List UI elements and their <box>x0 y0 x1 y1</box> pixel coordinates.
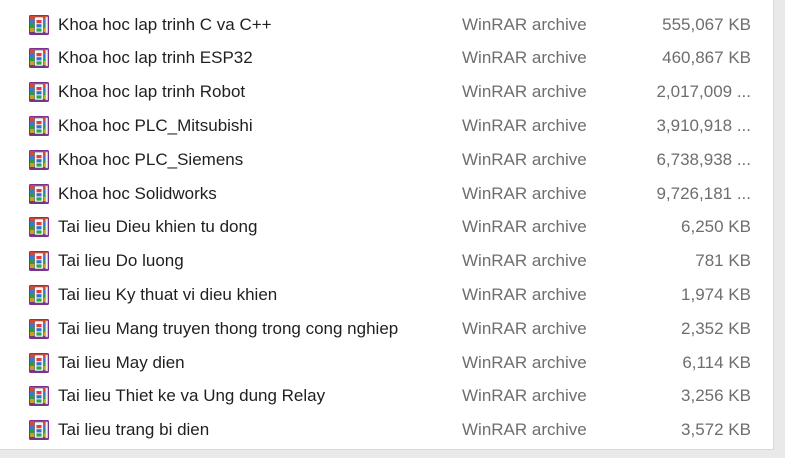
file-row[interactable]: Khoa hoc Solidworks WinRAR archive 9,726… <box>22 177 767 210</box>
file-type: WinRAR archive <box>462 48 587 68</box>
file-name-cell: Tai lieu Mang truyen thong trong cong ng… <box>22 312 452 345</box>
file-size: 3,910,918 ... <box>656 115 751 135</box>
file-size: 1,974 KB <box>681 284 751 304</box>
file-type: WinRAR archive <box>462 115 587 135</box>
file-size: 3,572 KB <box>681 420 751 440</box>
file-type: WinRAR archive <box>462 284 587 304</box>
file-size: 460,867 KB <box>662 48 751 68</box>
file-list: Khoa hoc lap trinh C va C++ WinRAR archi… <box>0 0 774 450</box>
file-name-cell: Tai lieu Dieu khien tu dong <box>22 211 452 244</box>
file-row[interactable]: Khoa hoc lap trinh ESP32 WinRAR archive … <box>22 42 767 75</box>
file-name: Khoa hoc lap trinh ESP32 <box>58 48 253 68</box>
file-name: Khoa hoc PLC_Mitsubishi <box>58 115 253 135</box>
winrar-archive-icon <box>28 47 50 69</box>
winrar-archive-icon <box>28 284 50 306</box>
file-row[interactable]: Khoa hoc lap trinh C va C++ WinRAR archi… <box>22 8 767 41</box>
file-name: Tai lieu trang bi dien <box>58 420 210 440</box>
file-size: 2,352 KB <box>681 318 751 338</box>
file-type: WinRAR archive <box>462 318 587 338</box>
file-name: Tai lieu Thiet ke va Ung dung Relay <box>58 386 326 406</box>
file-name: Khoa hoc PLC_Siemens <box>58 149 244 169</box>
winrar-archive-icon <box>28 115 50 137</box>
winrar-archive-icon <box>28 183 50 205</box>
winrar-archive-icon <box>28 81 50 103</box>
file-size: 781 KB <box>695 251 751 271</box>
file-row[interactable]: Tai lieu Mang truyen thong trong cong ng… <box>22 312 767 345</box>
file-size: 6,250 KB <box>681 217 751 237</box>
file-name: Tai lieu Do luong <box>58 251 184 271</box>
file-name-cell: Tai lieu Do luong <box>22 245 452 278</box>
file-row[interactable]: Tai lieu Ky thuat vi dieu khien WinRAR a… <box>22 278 767 311</box>
file-name-cell: Khoa hoc lap trinh Robot <box>22 76 452 109</box>
file-name-cell: Tai lieu Thiet ke va Ung dung Relay <box>22 380 452 413</box>
file-name: Tai lieu Ky thuat vi dieu khien <box>58 284 278 304</box>
file-name: Tai lieu Mang truyen thong trong cong ng… <box>58 318 399 338</box>
file-row[interactable]: Khoa hoc PLC_Siemens WinRAR archive 6,73… <box>22 143 767 176</box>
file-type: WinRAR archive <box>462 352 587 372</box>
winrar-archive-icon <box>28 318 50 340</box>
file-name-cell: Khoa hoc Solidworks <box>22 177 452 210</box>
file-type: WinRAR archive <box>462 420 587 440</box>
file-name: Tai lieu Dieu khien tu dong <box>58 217 258 237</box>
winrar-archive-icon <box>28 250 50 272</box>
file-row[interactable]: Tai lieu trang bi dien WinRAR archive 3,… <box>22 414 767 447</box>
file-name-cell: Khoa hoc PLC_Siemens <box>22 143 452 176</box>
file-name-cell: Tai lieu trang bi dien <box>22 414 452 447</box>
file-size: 3,256 KB <box>681 386 751 406</box>
file-name: Khoa hoc lap trinh C va C++ <box>58 14 272 34</box>
file-type: WinRAR archive <box>462 149 587 169</box>
file-row[interactable]: Khoa hoc PLC_Mitsubishi WinRAR archive 3… <box>22 109 767 142</box>
file-name-cell: Khoa hoc lap trinh C va C++ <box>22 8 452 41</box>
file-size: 2,017,009 ... <box>656 82 751 102</box>
file-type: WinRAR archive <box>462 217 587 237</box>
file-name-cell: Khoa hoc lap trinh ESP32 <box>22 42 452 75</box>
file-size: 9,726,181 ... <box>656 183 751 203</box>
file-type: WinRAR archive <box>462 183 587 203</box>
file-size: 6,738,938 ... <box>656 149 751 169</box>
file-row[interactable]: Tai lieu Do luong WinRAR archive 781 KB <box>22 245 767 278</box>
file-row[interactable]: Tai lieu Thiet ke va Ung dung Relay WinR… <box>22 380 767 413</box>
file-name-cell: Khoa hoc PLC_Mitsubishi <box>22 109 452 142</box>
file-type: WinRAR archive <box>462 386 587 406</box>
file-name: Khoa hoc lap trinh Robot <box>58 82 246 102</box>
file-name-cell: Tai lieu May dien <box>22 346 452 379</box>
file-row[interactable]: Tai lieu Dieu khien tu dong WinRAR archi… <box>22 211 767 244</box>
file-size: 6,114 KB <box>682 352 751 372</box>
file-type: WinRAR archive <box>462 14 587 34</box>
file-name-cell: Tai lieu Ky thuat vi dieu khien <box>22 278 452 311</box>
file-row[interactable]: Khoa hoc lap trinh Robot WinRAR archive … <box>22 76 767 109</box>
winrar-archive-icon <box>28 14 50 36</box>
file-size: 555,067 KB <box>662 14 751 34</box>
winrar-archive-icon <box>28 385 50 407</box>
winrar-archive-icon <box>28 149 50 171</box>
file-name: Khoa hoc Solidworks <box>58 183 217 203</box>
file-row[interactable]: Tai lieu May dien WinRAR archive 6,114 K… <box>22 346 767 379</box>
file-name: Tai lieu May dien <box>58 352 185 372</box>
winrar-archive-icon <box>28 352 50 374</box>
winrar-archive-icon <box>28 419 50 441</box>
file-type: WinRAR archive <box>462 251 587 271</box>
winrar-archive-icon <box>28 216 50 238</box>
file-type: WinRAR archive <box>462 82 587 102</box>
